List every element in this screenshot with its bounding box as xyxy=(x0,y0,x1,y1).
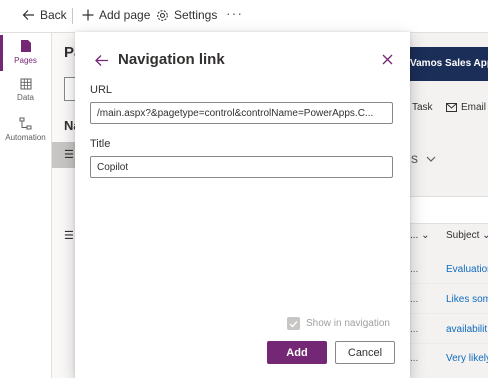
show-in-navigation-checkbox[interactable]: Show in navigation xyxy=(287,317,390,330)
gear-icon xyxy=(157,9,168,21)
back-button[interactable]: Back xyxy=(22,8,67,22)
checkbox-label: Show in navigation xyxy=(306,318,390,329)
settings-label: Settings xyxy=(174,8,218,22)
email-icon xyxy=(446,103,457,112)
cancel-button[interactable]: Cancel xyxy=(335,341,395,364)
navigation-link-dialog: Navigation link URL Title Show in naviga… xyxy=(75,32,410,378)
table-cell: ... xyxy=(410,324,419,335)
view-title[interactable]: s xyxy=(411,150,436,166)
table-cell-link[interactable]: Evaluation xyxy=(446,264,488,275)
add-page-button[interactable]: Add page xyxy=(82,8,150,22)
left-rail: Pages Data Automation xyxy=(0,33,52,378)
add-page-label: Add page xyxy=(99,8,151,22)
flow-icon xyxy=(19,117,32,130)
title-field[interactable] xyxy=(90,156,393,178)
task-button[interactable]: Task xyxy=(412,102,433,113)
table-cell-link[interactable]: Likes som xyxy=(446,294,488,305)
column-header-label: Subject xyxy=(446,230,480,241)
divider xyxy=(72,8,73,24)
table-cell: ... xyxy=(410,294,419,305)
rail-item-automation[interactable]: Automation xyxy=(0,117,51,142)
back-label: Back xyxy=(40,8,67,22)
row-divider xyxy=(410,343,488,344)
email-label: Email xyxy=(461,102,487,113)
rail-item-label: Data xyxy=(17,93,34,102)
app-header: Vamos Sales App xyxy=(410,47,488,81)
table-cell: ... xyxy=(410,264,419,275)
row-divider xyxy=(410,313,488,314)
title-label: Title xyxy=(90,138,111,150)
list-icon: ☰ xyxy=(64,149,74,161)
arrow-left-icon xyxy=(22,10,34,20)
plus-icon xyxy=(82,9,94,21)
command-bar: Back Add page Settings ··· xyxy=(0,0,488,33)
checkmark-icon xyxy=(289,320,298,328)
rail-item-data[interactable]: Data xyxy=(0,78,51,102)
column-header-label: ... xyxy=(410,230,419,241)
settings-button[interactable]: Settings xyxy=(156,8,217,22)
table-cell: ... xyxy=(410,353,419,364)
dialog-title: Navigation link xyxy=(118,51,225,68)
chevron-down-icon: ⌄ xyxy=(421,230,430,241)
rail-item-label: Automation xyxy=(5,133,46,142)
add-button[interactable]: Add xyxy=(267,341,327,364)
rail-item-label: Pages xyxy=(14,56,37,65)
view-title-text: s xyxy=(411,150,418,166)
column-header-subject[interactable]: Subject ⌄ xyxy=(446,230,488,241)
close-icon[interactable] xyxy=(382,54,393,65)
url-field[interactable] xyxy=(90,102,393,124)
checkbox-box xyxy=(287,317,300,330)
table-cell-link[interactable]: Very likely xyxy=(446,353,488,364)
url-label: URL xyxy=(90,84,113,96)
chevron-down-icon xyxy=(426,156,436,162)
column-header[interactable]: ... ⌄ xyxy=(410,230,430,241)
pages-icon xyxy=(20,40,31,52)
email-button[interactable]: Email xyxy=(446,102,486,113)
filter-band xyxy=(410,196,488,224)
arrow-left-icon[interactable] xyxy=(94,54,109,67)
list-icon: ☰ xyxy=(64,230,74,242)
app-title: Vamos Sales App xyxy=(410,58,488,69)
chevron-down-icon: ⌄ xyxy=(482,230,488,241)
rail-item-pages[interactable]: Pages xyxy=(0,35,51,71)
row-divider xyxy=(410,283,488,284)
table-cell-link[interactable]: availabilit xyxy=(446,324,487,335)
more-options-button[interactable]: ··· xyxy=(226,5,243,21)
table-icon xyxy=(20,78,31,90)
